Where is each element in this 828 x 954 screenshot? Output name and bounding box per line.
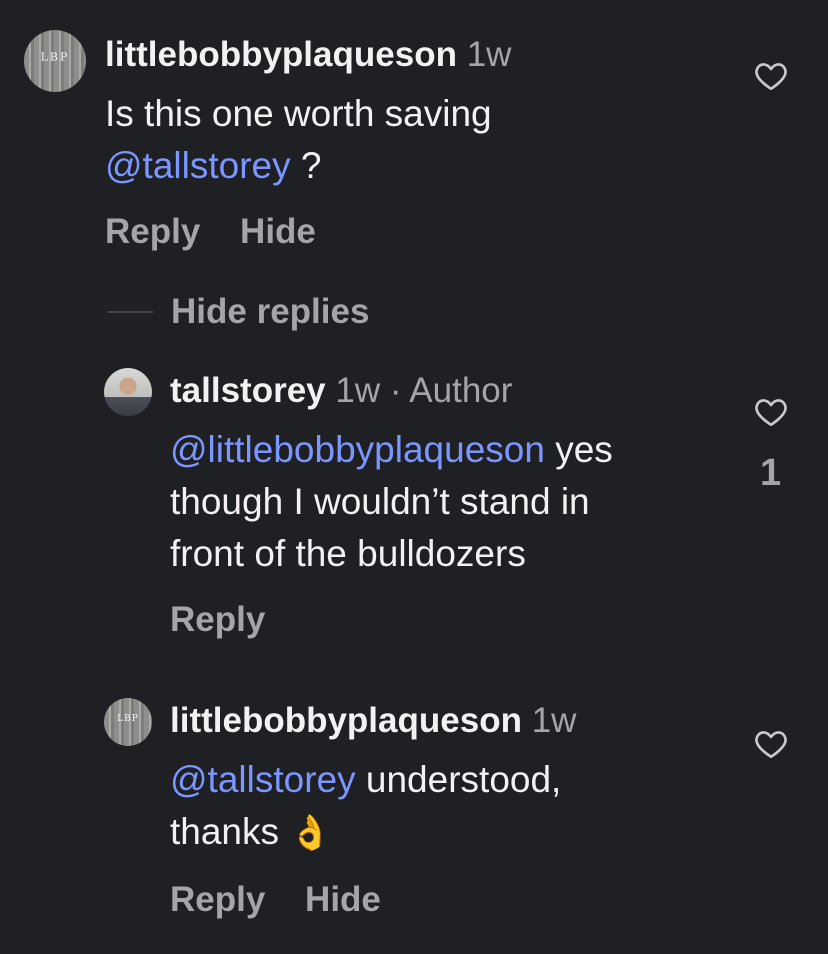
reply-button[interactable]: Reply <box>105 212 200 251</box>
comment-actions: Reply Hide <box>105 210 316 254</box>
reply-text-tail: understood, <box>355 759 562 800</box>
mention-link[interactable]: @littlebobbyplaqueson <box>170 429 545 470</box>
reply-text-line: front of the bulldozers <box>170 533 526 574</box>
comment-text-line: Is this one worth saving <box>105 93 492 134</box>
reply-age: 1w <box>531 701 577 740</box>
reply-header: littlebobbyplaqueson 1w <box>170 700 576 742</box>
reply-username[interactable]: littlebobbyplaqueson <box>170 701 522 740</box>
avatar[interactable]: LBP <box>104 698 152 746</box>
hide-button[interactable]: Hide <box>240 212 316 251</box>
author-badge: · Author <box>389 371 513 410</box>
reply-text-line: thanks <box>170 811 280 852</box>
like-count: 1 <box>760 452 782 494</box>
reply-actions: Reply Hide <box>170 878 381 922</box>
reply-username[interactable]: tallstorey <box>170 371 326 410</box>
mention-link[interactable]: @tallstorey <box>105 145 291 186</box>
hide-button[interactable]: Hide <box>305 880 381 919</box>
comment-age: 1w <box>466 35 512 74</box>
heart-outline-icon[interactable] <box>753 394 789 430</box>
reply-actions: Reply <box>170 598 265 642</box>
comment-text-tail: ? <box>290 145 322 186</box>
avatar[interactable]: LBP <box>24 30 86 92</box>
reply-age: 1w <box>335 371 381 410</box>
avatar-logo-text: LBP <box>117 714 139 725</box>
reply-button[interactable]: Reply <box>170 880 265 919</box>
reply-text-line: though I wouldn’t stand in <box>170 481 590 522</box>
comment-username[interactable]: littlebobbyplaqueson <box>105 35 457 74</box>
hide-replies-button[interactable]: Hide replies <box>171 290 369 334</box>
comment-body: Is this one worth saving @tallstorey ? <box>105 88 492 192</box>
heart-outline-icon[interactable] <box>753 58 789 94</box>
thread-divider <box>107 311 153 313</box>
ok-hand-icon: 👌 <box>289 814 332 852</box>
reply-header: tallstorey 1w · Author <box>170 370 512 412</box>
mention-link[interactable]: @tallstorey <box>170 759 356 800</box>
heart-outline-icon[interactable] <box>753 726 789 762</box>
avatar[interactable] <box>104 368 152 416</box>
reply-body: @tallstorey understood, thanks 👌 <box>170 754 561 859</box>
reply-button[interactable]: Reply <box>170 600 265 639</box>
reply-body: @littlebobbyplaqueson yes though I would… <box>170 424 613 580</box>
avatar-logo-text: LBP <box>40 50 70 64</box>
reply-text-tail: yes <box>544 429 613 470</box>
comment-header: littlebobbyplaqueson 1w <box>105 34 511 76</box>
